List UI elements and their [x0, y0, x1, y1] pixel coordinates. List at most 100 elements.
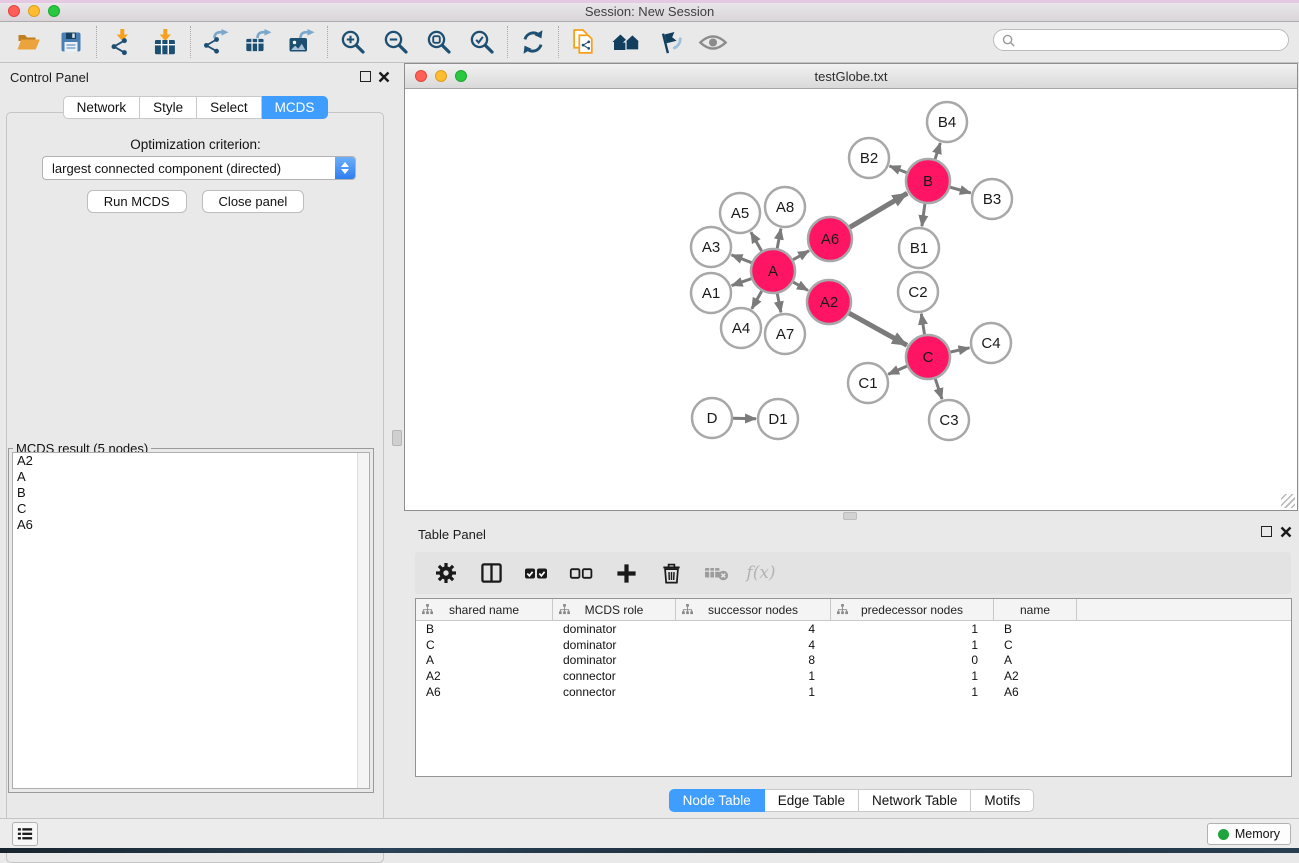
- home-neighbors-button[interactable]: [611, 26, 643, 58]
- task-history-button[interactable]: [12, 822, 38, 846]
- search-input[interactable]: [1020, 33, 1280, 47]
- graph-node-A8[interactable]: A8: [765, 187, 805, 227]
- graph-node-B[interactable]: B: [906, 159, 950, 203]
- table-cell[interactable]: 1: [676, 685, 831, 699]
- clear-selection-button[interactable]: [567, 559, 595, 587]
- table-cell[interactable]: C: [994, 638, 1077, 652]
- graph-edge-A-A2[interactable]: [793, 282, 808, 290]
- graph-node-B4[interactable]: B4: [927, 102, 967, 142]
- criterion-dropdown[interactable]: largest connected component (directed): [42, 156, 356, 180]
- new-network-from-selection-button[interactable]: [568, 26, 600, 58]
- table-cell[interactable]: connector: [553, 685, 676, 699]
- graph-edge-A-A3[interactable]: [732, 255, 752, 263]
- table-cell[interactable]: dominator: [553, 653, 676, 667]
- table-cell[interactable]: 1: [831, 622, 994, 636]
- table-row[interactable]: A2connector11A2: [416, 668, 1291, 684]
- mcds-result-list[interactable]: A2ABCA6: [12, 452, 370, 789]
- graph-node-C3[interactable]: C3: [929, 400, 969, 440]
- graph-node-A6[interactable]: A6: [808, 217, 852, 261]
- mcds-result-item[interactable]: A: [13, 469, 369, 485]
- tab-mcds[interactable]: MCDS: [262, 96, 329, 119]
- graphics-details-button[interactable]: [654, 26, 686, 58]
- table-cell[interactable]: dominator: [553, 622, 676, 636]
- table-cell[interactable]: A2: [416, 669, 553, 683]
- table-cell[interactable]: 1: [831, 638, 994, 652]
- mcds-result-item[interactable]: A6: [13, 517, 369, 533]
- table-cell[interactable]: A: [416, 653, 553, 667]
- graph-node-B2[interactable]: B2: [849, 138, 889, 178]
- zoom-fit-button[interactable]: [423, 26, 455, 58]
- table-cell[interactable]: A: [994, 653, 1077, 667]
- graph-node-C[interactable]: C: [906, 335, 950, 379]
- graph-edge-A-A1[interactable]: [732, 279, 752, 286]
- add-row-button[interactable]: [612, 559, 640, 587]
- graph-edge-B-B4[interactable]: [935, 143, 940, 159]
- open-folder-button[interactable]: [12, 26, 44, 58]
- table-cell[interactable]: C: [416, 638, 553, 652]
- graph-node-D1[interactable]: D1: [758, 399, 798, 439]
- graph-edge-A-A4[interactable]: [752, 291, 762, 309]
- graph-edge-C-C2[interactable]: [921, 314, 924, 335]
- table-row[interactable]: Adominator80A: [416, 653, 1291, 669]
- table-row[interactable]: Bdominator41B: [416, 621, 1291, 637]
- table-cell[interactable]: dominator: [553, 638, 676, 652]
- tab-network-table[interactable]: Network Table: [859, 789, 971, 812]
- zoom-selected-button[interactable]: [466, 26, 498, 58]
- graph-node-A7[interactable]: A7: [765, 314, 805, 354]
- split-columns-button[interactable]: [477, 559, 505, 587]
- table-close-panel-icon[interactable]: [1280, 526, 1292, 538]
- table-cell[interactable]: 8: [676, 653, 831, 667]
- graph-node-C4[interactable]: C4: [971, 323, 1011, 363]
- graph-node-A3[interactable]: A3: [691, 227, 731, 267]
- table-cell[interactable]: 1: [831, 669, 994, 683]
- result-scrollbar[interactable]: [357, 453, 369, 788]
- tab-motifs[interactable]: Motifs: [971, 789, 1034, 812]
- table-cell[interactable]: A6: [416, 685, 553, 699]
- graph-edge-C-C4[interactable]: [951, 348, 970, 352]
- table-cell[interactable]: B: [416, 622, 553, 636]
- table-cell[interactable]: 1: [676, 669, 831, 683]
- tab-node-table[interactable]: Node Table: [669, 789, 765, 812]
- function-button[interactable]: f(x): [747, 559, 775, 587]
- table-cell[interactable]: 0: [831, 653, 994, 667]
- table-float-panel-icon[interactable]: [1261, 526, 1272, 537]
- graph-edge-A-A6[interactable]: [793, 251, 809, 260]
- graph-node-D[interactable]: D: [692, 398, 732, 438]
- graph-edge-B-B3[interactable]: [950, 187, 971, 193]
- mcds-result-item[interactable]: B: [13, 485, 369, 501]
- import-table-button[interactable]: [149, 26, 181, 58]
- graph-edge-A2-C[interactable]: [849, 313, 907, 345]
- float-panel-icon[interactable]: [360, 71, 371, 82]
- mcds-result-item[interactable]: C: [13, 501, 369, 517]
- tab-select[interactable]: Select: [197, 96, 262, 119]
- graph-edge-B-B2[interactable]: [890, 166, 907, 173]
- select-all-button[interactable]: [522, 559, 550, 587]
- export-table-button[interactable]: [243, 26, 275, 58]
- graph-node-C2[interactable]: C2: [898, 272, 938, 312]
- tab-network[interactable]: Network: [63, 96, 141, 119]
- table-cell[interactable]: 1: [831, 685, 994, 699]
- table-cell[interactable]: connector: [553, 669, 676, 683]
- column-header-successor-nodes[interactable]: successor nodes: [676, 599, 831, 620]
- table-cell[interactable]: B: [994, 622, 1077, 636]
- graph-node-A2[interactable]: A2: [807, 280, 851, 324]
- delete-table-button[interactable]: [702, 559, 730, 587]
- export-image-button[interactable]: [286, 26, 318, 58]
- graph-edge-A6-B[interactable]: [850, 193, 908, 227]
- graph-edge-C-C3[interactable]: [935, 379, 942, 399]
- delete-row-button[interactable]: [657, 559, 685, 587]
- graph-edge-A-A7[interactable]: [777, 294, 781, 313]
- zoom-in-button[interactable]: [337, 26, 369, 58]
- graph-edge-C-C1[interactable]: [888, 366, 907, 374]
- table-cell[interactable]: 4: [676, 622, 831, 636]
- save-session-button[interactable]: [55, 26, 87, 58]
- memory-button[interactable]: Memory: [1207, 823, 1291, 845]
- close-panel-icon[interactable]: [378, 71, 390, 83]
- gear-button[interactable]: [432, 559, 460, 587]
- eye-button[interactable]: [697, 26, 729, 58]
- column-header-MCDS-role[interactable]: MCDS role: [553, 599, 676, 620]
- table-row[interactable]: A6connector11A6: [416, 684, 1291, 700]
- table-row[interactable]: Cdominator41C: [416, 637, 1291, 653]
- export-network-button[interactable]: [200, 26, 232, 58]
- table-cell[interactable]: A6: [994, 685, 1077, 699]
